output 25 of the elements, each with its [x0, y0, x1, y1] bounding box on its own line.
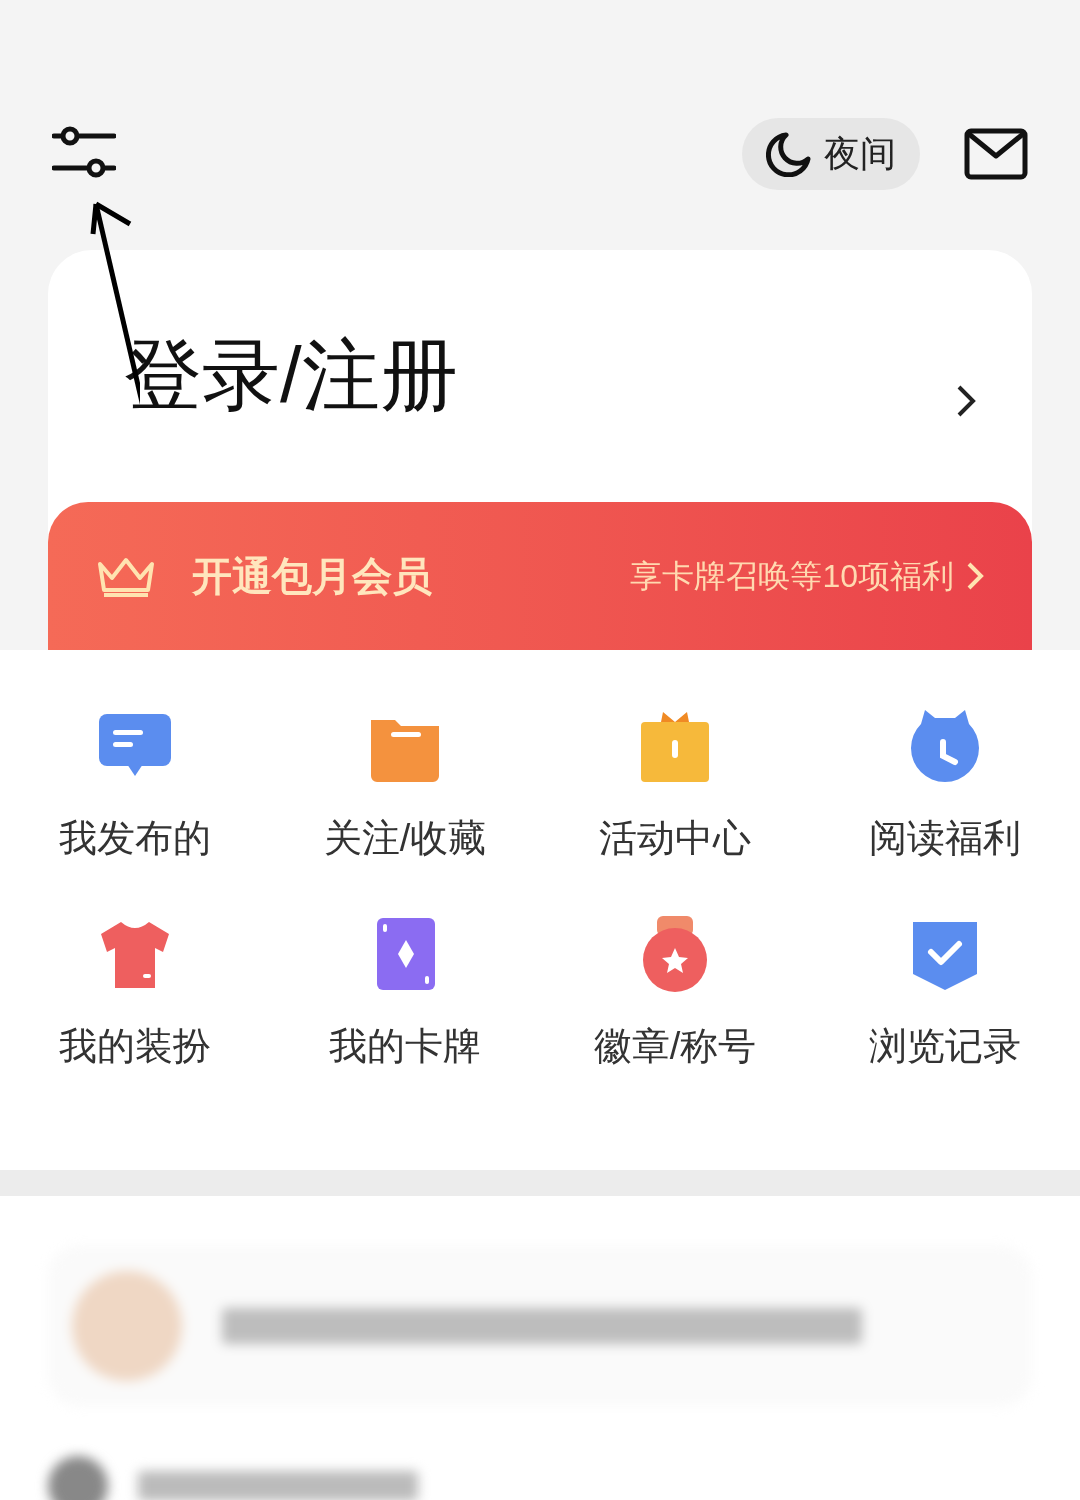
menu-label: 我的卡牌 [329, 1024, 481, 1069]
vip-title: 开通包月会员 [192, 551, 432, 601]
menu-item[interactable]: 活动中心 [540, 704, 810, 912]
night-mode-button[interactable]: 夜间 [742, 118, 920, 190]
moon-icon [766, 131, 812, 177]
menu-label: 浏览记录 [869, 1024, 1021, 1069]
mail-icon[interactable] [964, 128, 1028, 180]
menu-label: 活动中心 [599, 816, 751, 861]
chevron-right-icon [956, 384, 976, 418]
menu-item[interactable]: 我发布的 [0, 704, 270, 912]
vip-benefit: 享卡牌召唤等10项福利 [630, 557, 954, 596]
menu-label: 关注/收藏 [323, 816, 487, 861]
menu-item[interactable]: 浏览记录 [810, 912, 1080, 1120]
menu-label: 徽章/称号 [593, 1024, 757, 1069]
menu-item[interactable]: 阅读福利 [810, 704, 1080, 912]
settings-sliders-icon[interactable] [52, 124, 116, 180]
menu-label: 我发布的 [59, 816, 211, 861]
menu-item[interactable]: 徽章/称号 [540, 912, 810, 1120]
blurred-avatar [48, 1456, 108, 1500]
menu-label: 我的装扮 [59, 1024, 211, 1069]
menu-item[interactable]: 关注/收藏 [270, 704, 540, 912]
menu-label: 阅读福利 [869, 816, 1021, 861]
chevron-right-icon [966, 561, 984, 591]
menu-item[interactable]: 我的卡牌 [270, 912, 540, 1120]
menu-item[interactable]: 我的装扮 [0, 912, 270, 1120]
